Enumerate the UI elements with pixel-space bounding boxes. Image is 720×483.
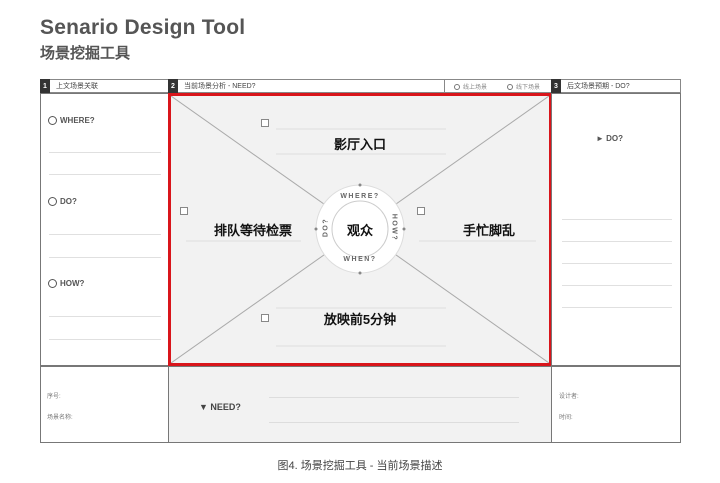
ring-when-label: WHEN?: [343, 256, 377, 263]
where-label: WHERE?: [60, 116, 95, 125]
answer-line: [562, 263, 672, 264]
scene-time-label: 放映前5分钟: [323, 312, 397, 327]
do-question: DO?: [48, 197, 77, 207]
ring-how-label: HOW?: [390, 213, 398, 242]
offline-scene-option[interactable]: 线下场景: [507, 82, 540, 91]
how-label: HOW?: [60, 279, 85, 288]
column-label-1: 上文场景关联: [56, 83, 98, 90]
where-radio-icon[interactable]: [48, 116, 57, 126]
time-label: 时间:: [559, 415, 573, 421]
right-checkbox[interactable]: [417, 207, 425, 215]
answer-line: [562, 241, 672, 242]
ring-where-label: WHERE?: [340, 193, 380, 200]
next-scene-panel: ► DO?: [551, 93, 681, 366]
tool-title: Senario Design Tool: [40, 16, 246, 39]
answer-line: [269, 422, 519, 423]
offline-scene-label: 线下场景: [516, 85, 541, 91]
answer-line: [49, 257, 161, 258]
online-scene-option[interactable]: 线上场景: [454, 82, 487, 91]
need-question: ▼ NEED?: [199, 402, 241, 412]
offline-radio-icon: [507, 84, 513, 91]
column-header-2: 2 当前场景分析 - NEED? 线上场景 线下场景: [168, 79, 552, 93]
designer-label: 设计者:: [559, 394, 579, 400]
where-question: WHERE?: [48, 116, 95, 126]
column-header-1: 1 上文场景关联: [40, 79, 169, 93]
do-label: DO?: [60, 197, 77, 206]
how-radio-icon[interactable]: [48, 279, 57, 289]
left-checkbox[interactable]: [180, 207, 188, 215]
answer-line: [49, 339, 161, 340]
column-header-3: 3 后文场景预期 - DO?: [551, 79, 681, 93]
scene-location-label: 影厅入口: [333, 137, 386, 152]
previous-scene-panel: WHERE? DO? HOW?: [40, 93, 169, 366]
answer-line: [562, 307, 672, 308]
current-scene-panel: WHERE? HOW? WHEN? DO? 观众 影厅入口 排队等待检票 手忙脚…: [168, 93, 552, 366]
column-number-3: 3: [551, 79, 561, 93]
designer-info-panel: 设计者: 时间:: [551, 366, 681, 443]
scene-activity-label: 排队等待检票: [213, 223, 292, 238]
answer-line: [49, 174, 161, 175]
column-label-2: 当前场景分析 - NEED?: [184, 83, 256, 90]
bottom-checkbox[interactable]: [261, 314, 269, 322]
core-role-label: 观众: [346, 223, 373, 238]
scene-info-panel: 序号: 场景名称:: [40, 366, 169, 443]
top-checkbox[interactable]: [261, 119, 269, 127]
answer-line: [562, 219, 672, 220]
column-label-3: 后文场景预期 - DO?: [567, 83, 630, 90]
serial-number-label: 序号:: [47, 394, 61, 400]
next-do-label: ► DO?: [596, 134, 624, 143]
answer-line: [269, 397, 519, 398]
how-question: HOW?: [48, 279, 85, 289]
answer-line: [49, 152, 161, 153]
answer-line: [49, 316, 161, 317]
figure-caption: 图4. 场景挖掘工具 - 当前场景描述: [277, 460, 443, 472]
online-scene-label: 线上场景: [463, 85, 488, 91]
answer-line: [49, 234, 161, 235]
do-radio-icon[interactable]: [48, 197, 57, 207]
header-divider: [444, 80, 445, 92]
column-number-2: 2: [168, 79, 178, 93]
ring-do-label: DO?: [322, 217, 330, 238]
answer-line: [562, 285, 672, 286]
need-panel: ▼ NEED?: [168, 366, 552, 443]
column-number-1: 1: [40, 79, 50, 93]
scene-behavior-label: 手忙脚乱: [462, 223, 515, 238]
scene-name-label: 场景名称:: [47, 415, 73, 421]
tool-subtitle: 场景挖掘工具: [40, 45, 131, 62]
online-radio-icon: [454, 84, 460, 91]
